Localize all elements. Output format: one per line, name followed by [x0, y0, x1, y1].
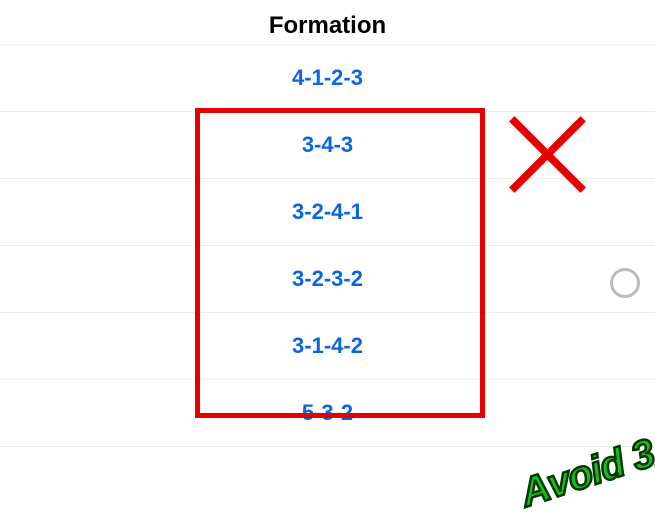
formation-row[interactable]: 3-4-3: [0, 112, 655, 179]
formation-label: 3-2-3-2: [292, 266, 363, 291]
formation-label: 3-1-4-2: [292, 333, 363, 358]
formation-row[interactable]: 5-3-2: [0, 380, 655, 447]
page-title: Formation: [0, 0, 655, 44]
formation-label: 3-2-4-1: [292, 199, 363, 224]
formation-label: 4-1-2-3: [292, 65, 363, 90]
radio-icon[interactable]: [610, 268, 640, 298]
formation-list: 4-1-2-3 3-4-3 3-2-4-1 3-2-3-2 3-1-4-2 5-…: [0, 44, 655, 447]
formation-label: 3-4-3: [302, 132, 353, 157]
formation-screen: Formation 4-1-2-3 3-4-3 3-2-4-1 3-2-3-2 …: [0, 0, 655, 500]
formation-row[interactable]: 4-1-2-3: [0, 44, 655, 112]
formation-row[interactable]: 3-2-4-1: [0, 179, 655, 246]
formation-row[interactable]: 3-2-3-2: [0, 246, 655, 313]
formation-label: 5-3-2: [302, 400, 353, 425]
formation-row[interactable]: 3-1-4-2: [0, 313, 655, 380]
